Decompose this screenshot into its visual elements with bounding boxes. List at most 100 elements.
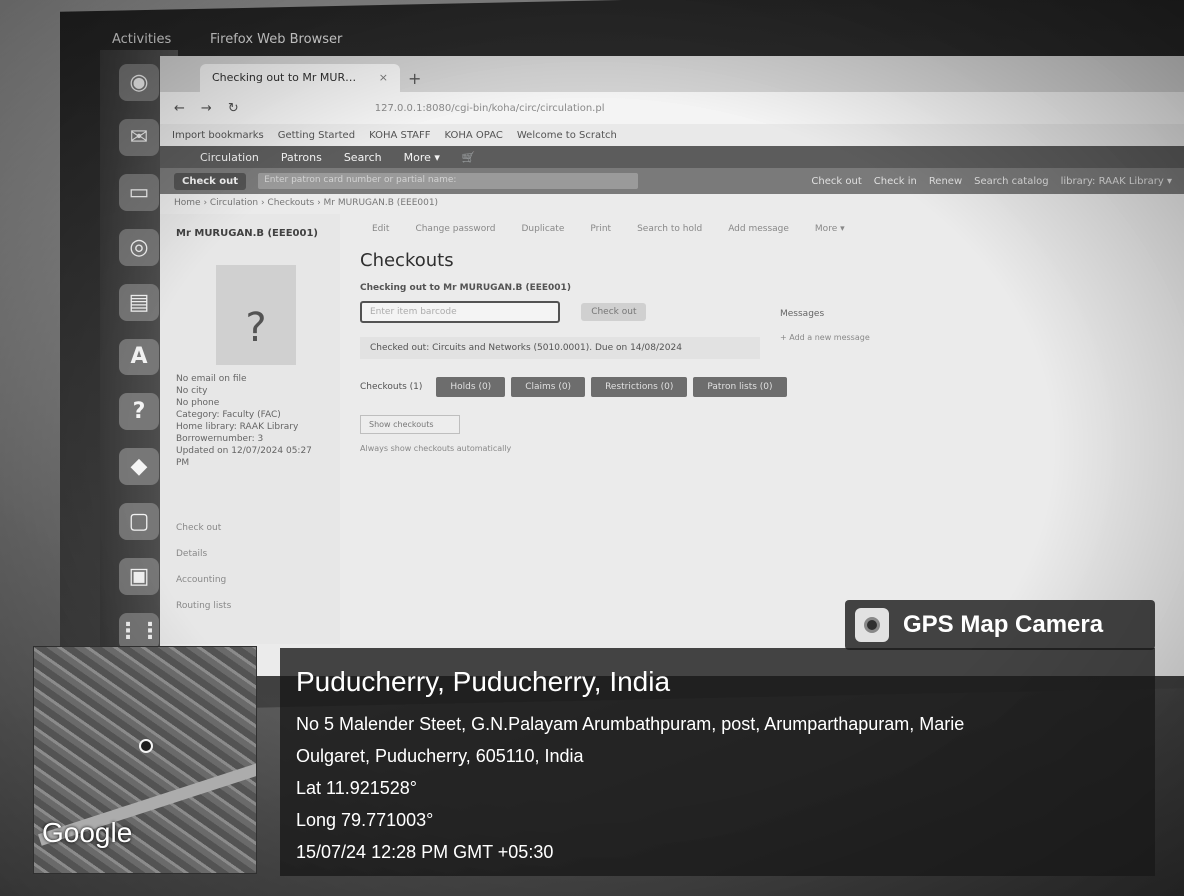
breadcrumb: Home › Circulation › Checkouts › Mr MURU…: [174, 198, 439, 208]
patron-info-line: Updated on 12/07/2024 05:27 PM: [176, 446, 312, 468]
barcode-input[interactable]: Enter item barcode: [360, 301, 560, 323]
menu-accounting[interactable]: Accounting: [176, 567, 324, 593]
patron-info-line: No phone: [176, 398, 220, 408]
change-password-button[interactable]: Change password: [415, 224, 495, 234]
nav-more[interactable]: More ▾: [404, 151, 440, 164]
checkout-tab[interactable]: Check out: [174, 172, 247, 190]
checking-out-label: Checking out to Mr MURUGAN.B (EEE001): [360, 283, 571, 293]
bookmark-item[interactable]: KOHA OPAC: [445, 130, 503, 141]
tab-patron-lists[interactable]: Patron lists (0): [693, 377, 787, 397]
menu-routing-lists[interactable]: Routing lists: [176, 593, 324, 619]
menu-details[interactable]: Details: [176, 541, 324, 567]
checkout-tabs: Checkouts (1) Holds (0) Claims (0) Restr…: [360, 377, 1164, 397]
map-pin-icon: [139, 739, 153, 753]
tab-checkouts[interactable]: Checkouts (1): [360, 382, 422, 392]
cart-icon[interactable]: 🛒: [462, 151, 476, 164]
link-check-in[interactable]: Check in: [874, 176, 917, 187]
checkout-button[interactable]: Check out: [581, 303, 647, 321]
apps-grid-icon[interactable]: ⋮⋮: [117, 613, 161, 650]
google-logo: Google: [42, 817, 133, 848]
print-button[interactable]: Print: [590, 224, 611, 234]
tab-claims[interactable]: Claims (0): [511, 377, 586, 397]
bookmark-item[interactable]: KOHA STAFF: [369, 130, 430, 141]
koha-nav: Circulation Patrons Search More ▾ 🛒: [160, 146, 1184, 168]
vscode-icon[interactable]: ◆: [119, 448, 159, 486]
link-search-catalog[interactable]: Search catalog: [974, 176, 1048, 187]
gps-datetime: 15/07/24 12:28 PM GMT +05:30: [296, 842, 554, 862]
tab-close-icon[interactable]: ×: [379, 71, 388, 84]
checked-out-message: Checked out: Circuits and Networks (5010…: [360, 337, 760, 359]
bookmark-item[interactable]: Welcome to Scratch: [517, 130, 617, 141]
nav-search[interactable]: Search: [344, 151, 382, 164]
software-center-icon[interactable]: A: [119, 338, 159, 376]
library-selector[interactable]: library: RAAK Library ▾: [1061, 176, 1172, 187]
gps-address-2: Oulgaret, Puducherry, 605110, India: [296, 746, 584, 766]
forward-icon[interactable]: →: [201, 101, 212, 116]
more-button[interactable]: More ▾: [815, 224, 845, 234]
rhythmbox-icon[interactable]: ◎: [119, 228, 159, 266]
writer-icon[interactable]: ▤: [119, 283, 159, 321]
browser-tab[interactable]: Checking out to Mr MUR… ×: [200, 64, 400, 92]
help-icon[interactable]: ?: [119, 393, 159, 431]
link-renew[interactable]: Renew: [929, 176, 962, 187]
os-top-bar: Activities Firefox Web Browser: [100, 10, 1180, 50]
duplicate-button[interactable]: Duplicate: [521, 224, 564, 234]
link-check-out[interactable]: Check out: [811, 176, 861, 187]
app-icon[interactable]: ▢: [119, 503, 159, 541]
gps-badge: GPS Map Camera: [845, 600, 1155, 650]
patron-photo: ?: [216, 265, 296, 365]
nav-patrons[interactable]: Patrons: [281, 151, 322, 164]
url-bar: ← → ↻ 127.0.0.1:8080/cgi-bin/koha/circ/c…: [160, 92, 1184, 124]
patron-info-line: Home library: RAAK Library: [176, 422, 299, 432]
url-field[interactable]: 127.0.0.1:8080/cgi-bin/koha/circ/circula…: [375, 103, 605, 114]
activities-button[interactable]: Activities: [112, 32, 171, 47]
tab-holds[interactable]: Holds (0): [436, 377, 506, 397]
photo: Activities Firefox Web Browser ◉ ✉ ▭ ◎ ▤…: [0, 0, 1184, 896]
new-tab-button[interactable]: +: [408, 69, 421, 92]
add-message-button[interactable]: Add message: [728, 224, 789, 234]
app-name: Firefox Web Browser: [210, 32, 343, 47]
files-icon[interactable]: ▭: [119, 173, 159, 211]
patron-info-line: No city: [176, 386, 208, 396]
tab-title: Checking out to Mr MUR…: [212, 71, 357, 84]
bookmark-item[interactable]: Import bookmarks: [172, 130, 264, 141]
messages-title: Messages: [780, 309, 825, 319]
patron-toolbar: Edit Change password Duplicate Print Sea…: [372, 224, 1164, 234]
camera-icon: [855, 608, 889, 642]
gps-info-box: Puducherry, Puducherry, India No 5 Malen…: [280, 648, 1155, 876]
messages-panel: Messages + Add a new message: [780, 309, 870, 342]
page-body: Mr MURUGAN.B (EEE001) ? No email on file…: [160, 214, 1184, 644]
patron-info-line: Borrowernumber: 3: [176, 434, 264, 444]
show-checkouts-button[interactable]: Show checkouts: [360, 415, 460, 434]
bookmarks-bar: Import bookmarks Getting Started KOHA ST…: [160, 124, 1184, 146]
patron-info-line: Category: Faculty (FAC): [176, 410, 281, 420]
edit-button[interactable]: Edit: [372, 224, 389, 234]
app-icon-2[interactable]: ▣: [119, 558, 159, 596]
gps-long: Long 79.771003°: [296, 810, 434, 830]
add-message-link[interactable]: + Add a new message: [780, 333, 870, 342]
patron-menu: Check out Details Accounting Routing lis…: [176, 515, 324, 619]
bookmark-item[interactable]: Getting Started: [278, 130, 355, 141]
search-to-hold-button[interactable]: Search to hold: [637, 224, 702, 234]
patron-name: Mr MURUGAN.B (EEE001): [176, 228, 318, 239]
gps-location: Puducherry, Puducherry, India: [296, 666, 671, 697]
map-thumbnail: Google: [33, 646, 257, 874]
gps-lat: Lat 11.921528°: [296, 778, 417, 798]
patron-search-input[interactable]: Enter patron card number or partial name…: [258, 173, 639, 189]
checkout-search-bar: Check out Enter patron card number or pa…: [160, 168, 1184, 194]
tab-restrictions[interactable]: Restrictions (0): [591, 377, 688, 397]
header-links: Check out Check in Renew Search catalog …: [811, 176, 1172, 187]
patron-info-line: No email on file: [176, 374, 247, 384]
page-title: Checkouts: [360, 250, 454, 271]
browser-window: Checking out to Mr MUR… × + ← → ↻ 127.0.…: [160, 56, 1184, 676]
firefox-icon[interactable]: ◉: [119, 64, 159, 101]
gps-badge-label: GPS Map Camera: [903, 611, 1104, 638]
menu-check-out[interactable]: Check out: [176, 515, 324, 541]
thunderbird-icon[interactable]: ✉: [119, 118, 159, 156]
patron-sidebar: Mr MURUGAN.B (EEE001) ? No email on file…: [160, 214, 340, 644]
always-show-checkbox[interactable]: Always show checkouts automatically: [360, 444, 1164, 453]
patron-info: No email on file No city No phone Catego…: [176, 373, 324, 469]
reload-icon[interactable]: ↻: [228, 101, 239, 116]
back-icon[interactable]: ←: [174, 101, 185, 116]
nav-circulation[interactable]: Circulation: [200, 151, 259, 164]
